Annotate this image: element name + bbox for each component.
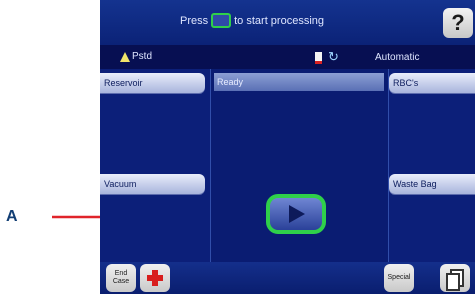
copy-icon-front — [446, 273, 460, 291]
ready-status-bar: Ready — [214, 73, 384, 91]
right-panel: RBC's Waste Bag — [387, 69, 475, 262]
sync-icon: ↻ — [328, 49, 339, 64]
red-cross-icon-bar — [147, 275, 163, 281]
prompt-text-after: to start processing — [234, 14, 324, 27]
end-case-button[interactable]: End Case — [106, 264, 136, 292]
annotation-label-a: A — [6, 208, 18, 225]
start-prompt: Press to start processing — [180, 13, 324, 28]
help-button[interactable]: ? — [443, 8, 473, 38]
title-bar: Press to start processing ? — [100, 0, 475, 45]
play-icon — [289, 205, 305, 223]
end-case-line1: End — [114, 270, 128, 277]
device-screen: Press to start processing ? Pstd ↻ Autom… — [100, 0, 475, 294]
emergency-button[interactable] — [140, 264, 170, 292]
bottom-toolbar: End Case Special — [100, 262, 475, 294]
center-panel: Ready — [210, 69, 389, 262]
prompt-text-before: Press — [180, 14, 209, 27]
user-status: Pstd — [120, 51, 152, 62]
left-panel: Reservoir Vacuum — [100, 69, 211, 262]
warning-triangle-icon — [120, 51, 130, 62]
reservoir-tab[interactable]: Reservoir — [100, 73, 205, 93]
start-button-mini-icon — [211, 13, 232, 28]
copy-button[interactable] — [440, 264, 470, 292]
rbcs-tab[interactable]: RBC's — [389, 73, 475, 93]
start-button[interactable] — [266, 194, 326, 234]
status-bar: Pstd ↻ Automatic — [100, 45, 475, 69]
bag-icon — [315, 52, 322, 64]
end-case-line2: Case — [112, 278, 130, 285]
vacuum-tab[interactable]: Vacuum — [100, 174, 205, 194]
special-button[interactable]: Special — [384, 264, 414, 292]
user-label: Pstd — [132, 51, 153, 62]
waste-bag-tab[interactable]: Waste Bag — [389, 174, 475, 194]
mode-label: Automatic — [375, 52, 420, 63]
